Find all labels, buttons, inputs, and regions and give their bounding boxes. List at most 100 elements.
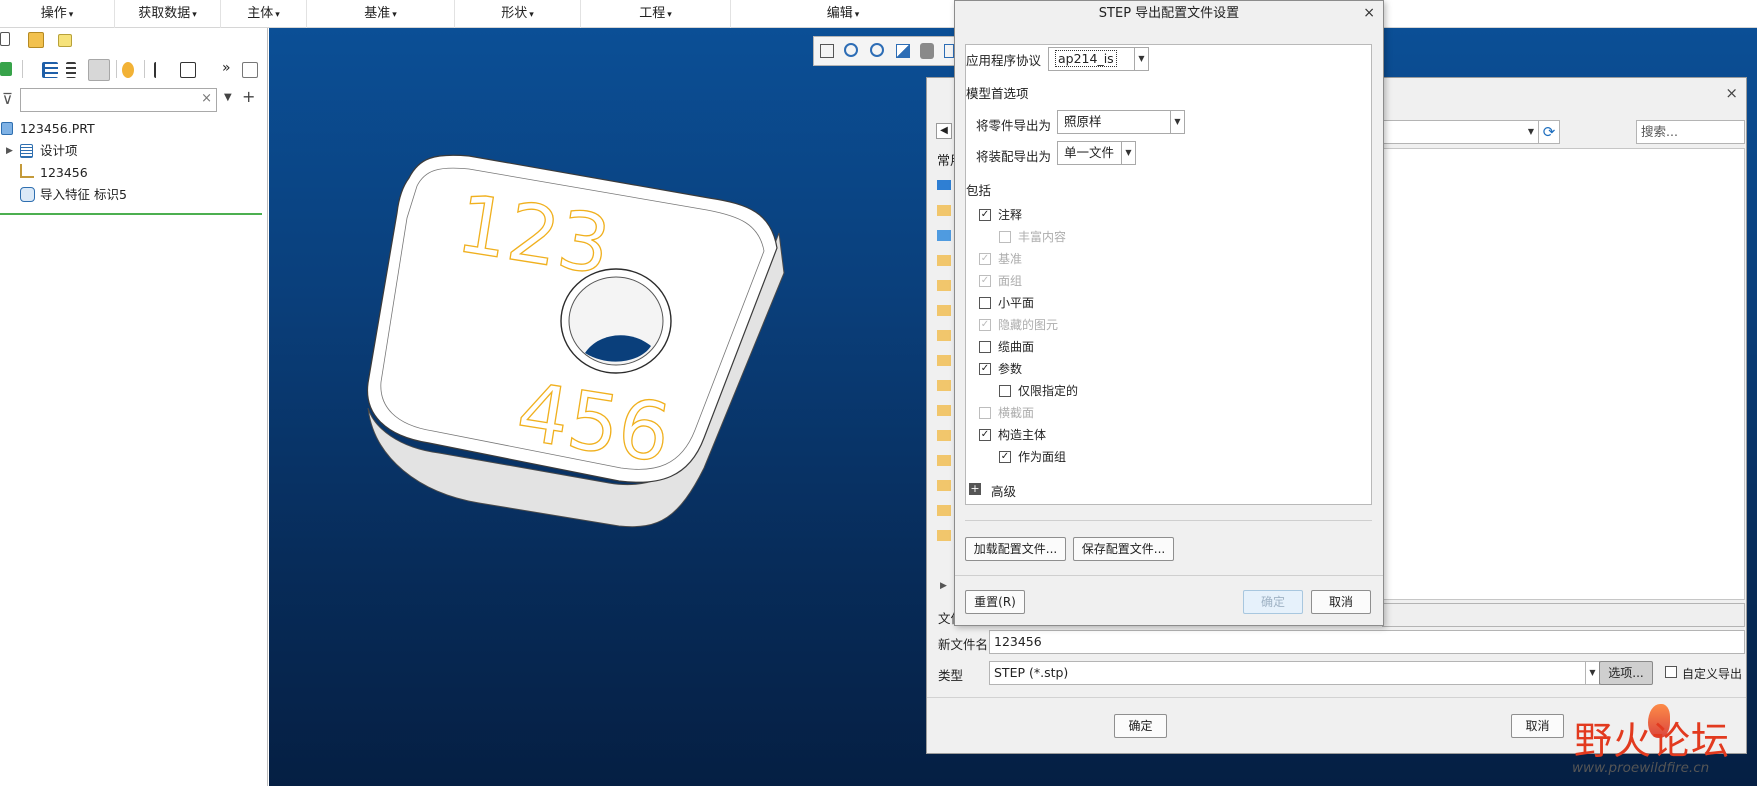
- save-config-button[interactable]: 保存配置文件...: [1073, 537, 1174, 561]
- clear-icon[interactable]: ×: [201, 91, 212, 106]
- repaint-icon[interactable]: [896, 44, 910, 58]
- tree-filter-icon[interactable]: [154, 62, 170, 78]
- tree-item-import-feature[interactable]: 导入特征 标识5: [0, 184, 262, 206]
- menu-edit[interactable]: 编辑 ▾: [731, 0, 955, 28]
- export-part-value: 照原样: [1064, 114, 1102, 129]
- folder-icon[interactable]: [937, 505, 951, 516]
- saved-views-icon[interactable]: [944, 44, 954, 58]
- chevron-down-icon[interactable]: ▼: [1585, 662, 1599, 684]
- checkbox[interactable]: ✓: [999, 451, 1011, 463]
- chevron-down-icon[interactable]: ▼: [1121, 142, 1135, 164]
- add-icon[interactable]: +: [242, 87, 255, 106]
- menu-engineering[interactable]: 工程 ▾: [581, 0, 731, 28]
- search-input[interactable]: 搜索...: [1636, 120, 1745, 144]
- insert-indicator[interactable]: [0, 213, 262, 215]
- filter-icon[interactable]: ⊽: [2, 90, 13, 108]
- tree-list-icon[interactable]: [42, 62, 58, 78]
- more-icon[interactable]: »: [222, 60, 231, 76]
- highlight-icon[interactable]: [122, 62, 134, 78]
- export-asm-select[interactable]: 单一文件 ▼: [1057, 141, 1136, 165]
- menu-operations[interactable]: 操作 ▾: [0, 0, 115, 28]
- tree-columns-icon[interactable]: [66, 62, 76, 78]
- desktop-icon[interactable]: [937, 180, 951, 190]
- cancel-button[interactable]: 取消: [1311, 590, 1371, 614]
- show-tree-icon[interactable]: [88, 59, 110, 81]
- refresh-icon[interactable]: ⟳: [1538, 120, 1560, 144]
- chevron-down-icon[interactable]: ▼: [1134, 48, 1148, 70]
- back-button[interactable]: ◀: [936, 123, 952, 139]
- checkbox[interactable]: [999, 231, 1011, 243]
- part-green-icon[interactable]: [0, 62, 12, 76]
- option-label: 横截面: [998, 406, 1035, 420]
- expand-plus-icon[interactable]: +: [969, 483, 981, 495]
- checkbox[interactable]: [999, 385, 1011, 397]
- checkbox[interactable]: ✓: [979, 253, 991, 265]
- refit-icon[interactable]: [820, 44, 834, 58]
- custom-export-checkbox[interactable]: [1665, 666, 1677, 678]
- ok-button[interactable]: 确定: [1243, 590, 1303, 614]
- reset-button[interactable]: 重置(R): [965, 590, 1025, 614]
- folder-icon[interactable]: [937, 405, 951, 416]
- new-file-name-value: 123456: [994, 634, 1042, 649]
- checkbox[interactable]: [979, 407, 991, 419]
- close-icon[interactable]: ×: [1363, 5, 1375, 21]
- checkbox[interactable]: ✓: [979, 209, 991, 221]
- expand-arrow-icon[interactable]: ▶: [6, 140, 13, 162]
- save-cancel-button[interactable]: 取消: [1511, 714, 1564, 738]
- expand-arrow-icon[interactable]: ▶: [940, 581, 947, 591]
- tree-search-input[interactable]: ×: [20, 88, 217, 112]
- folder-icon[interactable]: [937, 530, 951, 541]
- folder-icon[interactable]: [937, 305, 951, 316]
- checkbox[interactable]: ✓: [979, 429, 991, 441]
- checkbox[interactable]: [979, 297, 991, 309]
- tree-settings-icon[interactable]: [180, 62, 196, 78]
- path-combobox[interactable]: ▼: [1382, 120, 1538, 144]
- zoom-in-icon[interactable]: [844, 43, 858, 57]
- load-config-button[interactable]: 加载配置文件...: [965, 537, 1066, 561]
- export-part-select[interactable]: 照原样 ▼: [1057, 110, 1185, 134]
- checkbox[interactable]: [979, 341, 991, 353]
- computer-icon[interactable]: [937, 230, 951, 241]
- file-type-select[interactable]: STEP (*.stp) ▼: [989, 661, 1600, 685]
- folder-icon[interactable]: [937, 380, 951, 391]
- menu-shape-label: 形状: [501, 6, 528, 21]
- notes-icon[interactable]: [242, 62, 258, 78]
- chevron-down-icon[interactable]: ▼: [1524, 121, 1538, 143]
- new-file-name-input[interactable]: 123456: [989, 630, 1745, 654]
- menu-get-data[interactable]: 获取数据 ▾: [115, 0, 221, 28]
- chevron-down-icon[interactable]: ▼: [1170, 111, 1184, 133]
- options-button[interactable]: 选项...: [1599, 661, 1653, 685]
- folder-icon[interactable]: [937, 330, 951, 341]
- chevron-down-icon[interactable]: ▼: [224, 92, 232, 103]
- menu-body-label: 主体: [247, 6, 274, 21]
- menu-shape[interactable]: 形状 ▾: [455, 0, 581, 28]
- zoom-out-icon[interactable]: [870, 43, 884, 57]
- advanced-label: 高级: [991, 484, 1017, 499]
- file-type-value: STEP (*.stp): [994, 665, 1069, 680]
- folder-icon[interactable]: [937, 355, 951, 366]
- save-ok-button[interactable]: 确定: [1114, 714, 1167, 738]
- orient-icon[interactable]: [920, 43, 934, 59]
- folder-icon[interactable]: [937, 280, 951, 291]
- model-tree-tab-icon[interactable]: [0, 32, 10, 46]
- folder-browser-tab-icon[interactable]: [28, 32, 44, 48]
- folder-icon[interactable]: [937, 480, 951, 491]
- favorites-tab-icon[interactable]: [58, 34, 72, 47]
- checkbox[interactable]: ✓: [979, 275, 991, 287]
- folder-icon[interactable]: [937, 255, 951, 266]
- folder-icon[interactable]: [937, 455, 951, 466]
- menu-datum[interactable]: 基准 ▾: [307, 0, 455, 28]
- file-list-area[interactable]: [1382, 148, 1745, 600]
- tree-item-label: 123456: [40, 165, 88, 180]
- tree-item-design-items[interactable]: ▶ 设计项: [0, 140, 262, 162]
- tree-item-part[interactable]: 123456.PRT: [0, 118, 262, 140]
- folder-icon[interactable]: [937, 205, 951, 216]
- tree-item-csys[interactable]: 123456: [0, 162, 262, 184]
- model-3d[interactable]: 123 456: [359, 138, 859, 538]
- checkbox[interactable]: ✓: [979, 319, 991, 331]
- checkbox[interactable]: ✓: [979, 363, 991, 375]
- save-dialog-close-icon[interactable]: ×: [1725, 84, 1738, 102]
- folder-icon[interactable]: [937, 430, 951, 441]
- protocol-select[interactable]: ap214_is ▼: [1048, 47, 1149, 71]
- menu-body[interactable]: 主体 ▾: [221, 0, 307, 28]
